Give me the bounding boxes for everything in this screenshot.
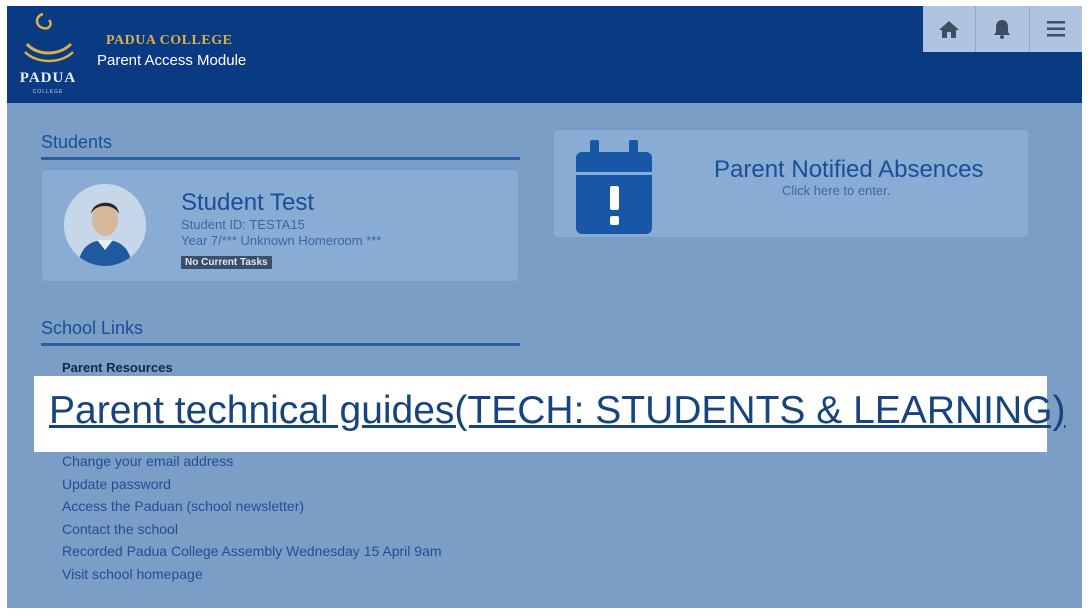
calendar-exclamation-icon <box>576 140 652 234</box>
module-name: Parent Access Module <box>97 52 247 69</box>
absence-subtitle[interactable]: Click here to enter. <box>782 183 890 198</box>
link-contact-school[interactable]: Contact the school <box>62 518 442 541</box>
logo-emblem-icon <box>24 12 74 63</box>
bell-icon <box>994 20 1011 39</box>
padua-logo[interactable]: PADUA COLLEGE <box>13 8 85 98</box>
student-photo <box>64 184 146 266</box>
students-heading: Students <box>41 132 113 152</box>
absence-card[interactable]: Parent Notified Absences Click here to e… <box>554 130 1028 237</box>
absence-title[interactable]: Parent Notified Absences <box>714 156 984 184</box>
school-links-list: Change your email address Update passwor… <box>62 450 442 586</box>
home-icon <box>939 21 960 38</box>
notifications-button[interactable] <box>975 6 1028 52</box>
logo-subtext: COLLEGE <box>32 89 64 95</box>
link-paduan-newsletter[interactable]: Access the Paduan (school newsletter) <box>62 495 442 518</box>
link-recorded-assembly[interactable]: Recorded Padua College Assembly Wednesda… <box>62 540 442 563</box>
school-links-divider <box>41 343 520 346</box>
student-card[interactable]: Student Test Student ID: TESTA15 Year 7/… <box>42 170 518 281</box>
students-divider <box>41 157 520 160</box>
parent-resources-heading: Parent Resources <box>62 360 173 375</box>
home-button[interactable] <box>923 6 975 52</box>
college-name: PADUA COLLEGE <box>106 33 233 48</box>
header-buttons <box>923 6 1082 52</box>
menu-icon <box>1046 21 1065 37</box>
student-name[interactable]: Student Test <box>181 189 314 217</box>
app-frame: PADUA COLLEGE PADUA COLLEGE Parent Acces… <box>7 6 1082 608</box>
status-badge: No Current Tasks <box>181 256 272 269</box>
school-links-heading: School Links <box>41 318 144 338</box>
link-update-password[interactable]: Update password <box>62 473 442 496</box>
logo-text: PADUA <box>19 70 77 86</box>
student-year: Year 7/*** Unknown Homeroom *** <box>181 233 382 248</box>
link-school-homepage[interactable]: Visit school homepage <box>62 563 442 586</box>
header: PADUA COLLEGE PADUA COLLEGE Parent Acces… <box>7 6 1082 103</box>
menu-button[interactable] <box>1028 6 1082 52</box>
link-change-email[interactable]: Change your email address <box>62 450 442 473</box>
avatar <box>64 184 146 266</box>
highlighted-link-box: Parent technical guides(TECH: STUDENTS &… <box>34 376 1065 452</box>
parent-technical-guides-link[interactable]: Parent technical guides(TECH: STUDENTS &… <box>49 389 1065 433</box>
student-id: Student ID: TESTA15 <box>181 217 305 232</box>
